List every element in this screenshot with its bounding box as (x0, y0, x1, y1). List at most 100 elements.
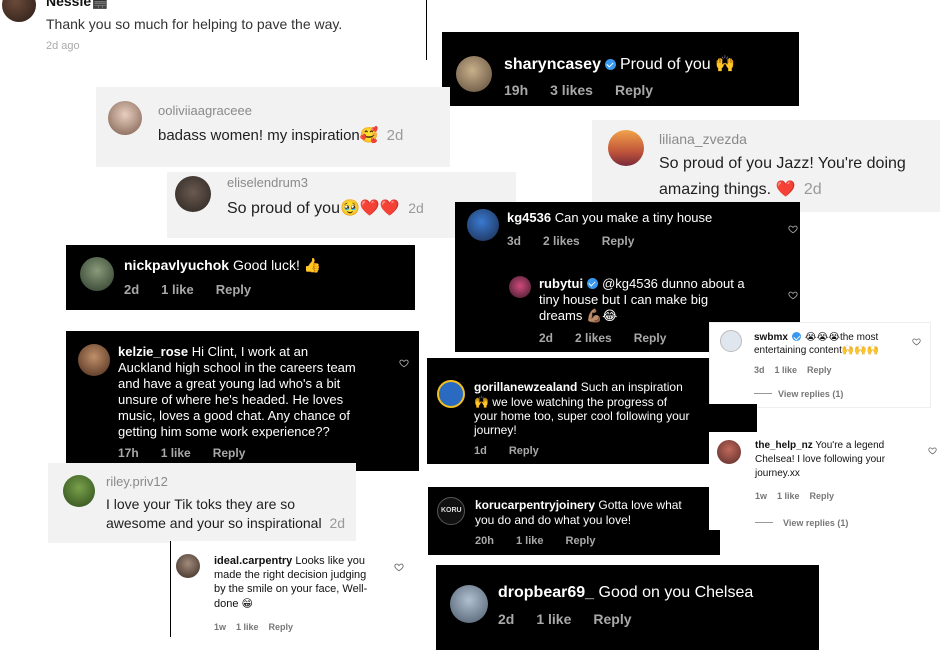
reply-button[interactable]: Reply (269, 622, 294, 632)
divider (755, 522, 773, 523)
reply-button[interactable]: Reply (566, 535, 596, 547)
likes-count[interactable]: 1 like (236, 622, 259, 632)
comment-text: entertaining content🙌🙌🙌 (754, 345, 880, 356)
avatar[interactable] (720, 330, 742, 352)
divider (754, 393, 772, 394)
comment-text: Can you make a tiny house (554, 210, 713, 225)
reply-button[interactable]: Reply (807, 365, 832, 375)
verified-badge-icon (791, 332, 801, 341)
comment-text: by the smile on your face, Well- (214, 583, 368, 595)
avatar[interactable] (63, 475, 95, 507)
comment-time: 1w (755, 491, 768, 501)
comment-korucarpentryjoinery: KORU korucarpentryjoinery Gotta love wha… (428, 487, 709, 555)
comment-username[interactable]: kg4536 (507, 210, 551, 225)
comment-kelzie-rose: kelzie_rose Hi Clint, I work at an Auckl… (66, 331, 419, 471)
comment-username[interactable]: korucarpentryjoinery (475, 498, 595, 512)
reply-button[interactable]: Reply (216, 282, 251, 297)
comment-gorillanewzealand-overflow (700, 404, 757, 432)
heart-outline-icon[interactable] (928, 446, 937, 455)
comment-username[interactable]: ooliviiaagraceee (158, 103, 252, 118)
avatar[interactable] (108, 101, 142, 135)
comment-liliana-zvezda: liliana_zvezda So proud of you Jazz! You… (592, 120, 940, 212)
comment-ooliviiaagraceee: ooliviiaagraceee badass women! my inspir… (96, 87, 450, 167)
heart-outline-icon[interactable] (912, 337, 921, 346)
likes-count[interactable]: 1 like (775, 365, 798, 375)
divider (170, 541, 171, 637)
comment-text: So proud of you Jazz! You're doing (659, 155, 906, 172)
comment-username[interactable]: kelzie_rose (118, 344, 188, 359)
comment-time: 1d (474, 445, 487, 457)
comment-username[interactable]: dropbear69_ (498, 584, 594, 601)
comment-time: 2d (329, 515, 346, 531)
comment-time: 1w (214, 622, 227, 632)
likes-count[interactable]: 1 like (536, 611, 571, 627)
comment-gorillanewzealand: gorillanewzealand Such an inspiration 🙌 … (427, 358, 709, 464)
likes-count[interactable]: 1 like (161, 282, 194, 297)
avatar[interactable] (175, 176, 211, 212)
reply-button[interactable]: Reply (509, 445, 539, 457)
likes-count[interactable]: 2 likes (543, 234, 580, 248)
comment-text: @kg4536 dunno about a (602, 276, 745, 291)
view-replies-link[interactable]: View replies (1) (783, 518, 848, 528)
comment-text: badass women! my inspiration🥰 (158, 127, 379, 144)
avatar[interactable] (176, 554, 200, 578)
avatar[interactable] (78, 344, 110, 376)
comment-dropbear69: dropbear69_ Good on you Chelsea 2d 1 like… (436, 565, 819, 650)
comment-text: journey.xx (755, 468, 800, 479)
comment-text: and have a great young lad who's a bit (118, 376, 341, 391)
comment-time: 2d (408, 200, 424, 216)
avatar[interactable] (717, 440, 741, 464)
likes-count[interactable]: 3 likes (550, 82, 593, 98)
comment-text: getting him some work experience?? (118, 424, 330, 439)
view-replies-link[interactable]: View replies (1) (778, 389, 843, 399)
comment-username[interactable]: liliana_zvezda (659, 131, 747, 147)
heart-outline-icon[interactable] (788, 224, 798, 234)
comment-ideal-carpentry: ideal.carpentry Looks like you made the … (170, 541, 406, 637)
comment-text: music, loves a good chat. Any chance of (118, 408, 350, 423)
comment-text: journey! (474, 423, 517, 437)
reply-button[interactable]: Reply (213, 446, 246, 460)
comment-time: 2d (803, 181, 822, 198)
avatar[interactable] (509, 276, 531, 298)
comment-username[interactable]: sharyncasey (504, 56, 601, 73)
avatar-koru-logo[interactable]: KORU (437, 497, 465, 525)
comment-username[interactable]: rubytui (539, 276, 583, 291)
reply-button[interactable]: Reply (593, 611, 631, 627)
avatar[interactable] (456, 56, 492, 92)
comment-time: 3d (507, 234, 522, 248)
comment-username[interactable]: eliselendrum3 (227, 175, 308, 190)
reply-button[interactable]: Reply (602, 234, 635, 248)
comment-username[interactable]: ideal.carpentry (214, 555, 292, 567)
divider (426, 0, 427, 60)
avatar[interactable] (437, 380, 465, 408)
comment-text: awesome and your so inspirational (106, 515, 322, 531)
comment-username[interactable]: the_help_nz (755, 440, 813, 451)
comment-time: 2d (539, 331, 554, 345)
comment-username[interactable]: swbmx (754, 332, 788, 343)
comment-text: I love your Tik toks they are so (106, 496, 296, 512)
likes-count[interactable]: 1 like (161, 446, 191, 460)
reply-button[interactable]: Reply (810, 491, 835, 501)
likes-count[interactable]: 1 like (777, 491, 800, 501)
comment-time: 3d (754, 365, 765, 375)
avatar[interactable] (2, 0, 36, 22)
comment-text: Thank you so much for helping to pave th… (46, 16, 343, 32)
reply-button[interactable]: Reply (615, 82, 653, 98)
comment-swbmx: swbmx 😭😭😭the most entertaining content🙌🙌🙌… (709, 322, 931, 408)
comment-username[interactable]: Nessie🎬 (46, 0, 109, 10)
likes-count[interactable]: 2 likes (575, 331, 612, 345)
reply-button[interactable]: Reply (634, 331, 667, 345)
comment-sharyncasey: sharyncasey Proud of you 🙌 19h 3 likes Repl… (442, 32, 799, 106)
avatar[interactable] (80, 257, 114, 291)
comment-text: 😭😭😭the most (804, 332, 879, 343)
avatar[interactable] (467, 209, 499, 241)
avatar[interactable] (450, 585, 488, 623)
heart-outline-icon[interactable] (788, 290, 798, 300)
likes-count[interactable]: 1 like (516, 535, 544, 547)
heart-outline-icon[interactable] (394, 562, 404, 572)
comment-username[interactable]: gorillanewzealand (474, 380, 577, 394)
comment-username[interactable]: nickpavlyuchok (124, 257, 229, 273)
comment-username[interactable]: riley.priv12 (106, 474, 168, 489)
heart-outline-icon[interactable] (399, 358, 409, 368)
avatar[interactable] (608, 130, 644, 166)
